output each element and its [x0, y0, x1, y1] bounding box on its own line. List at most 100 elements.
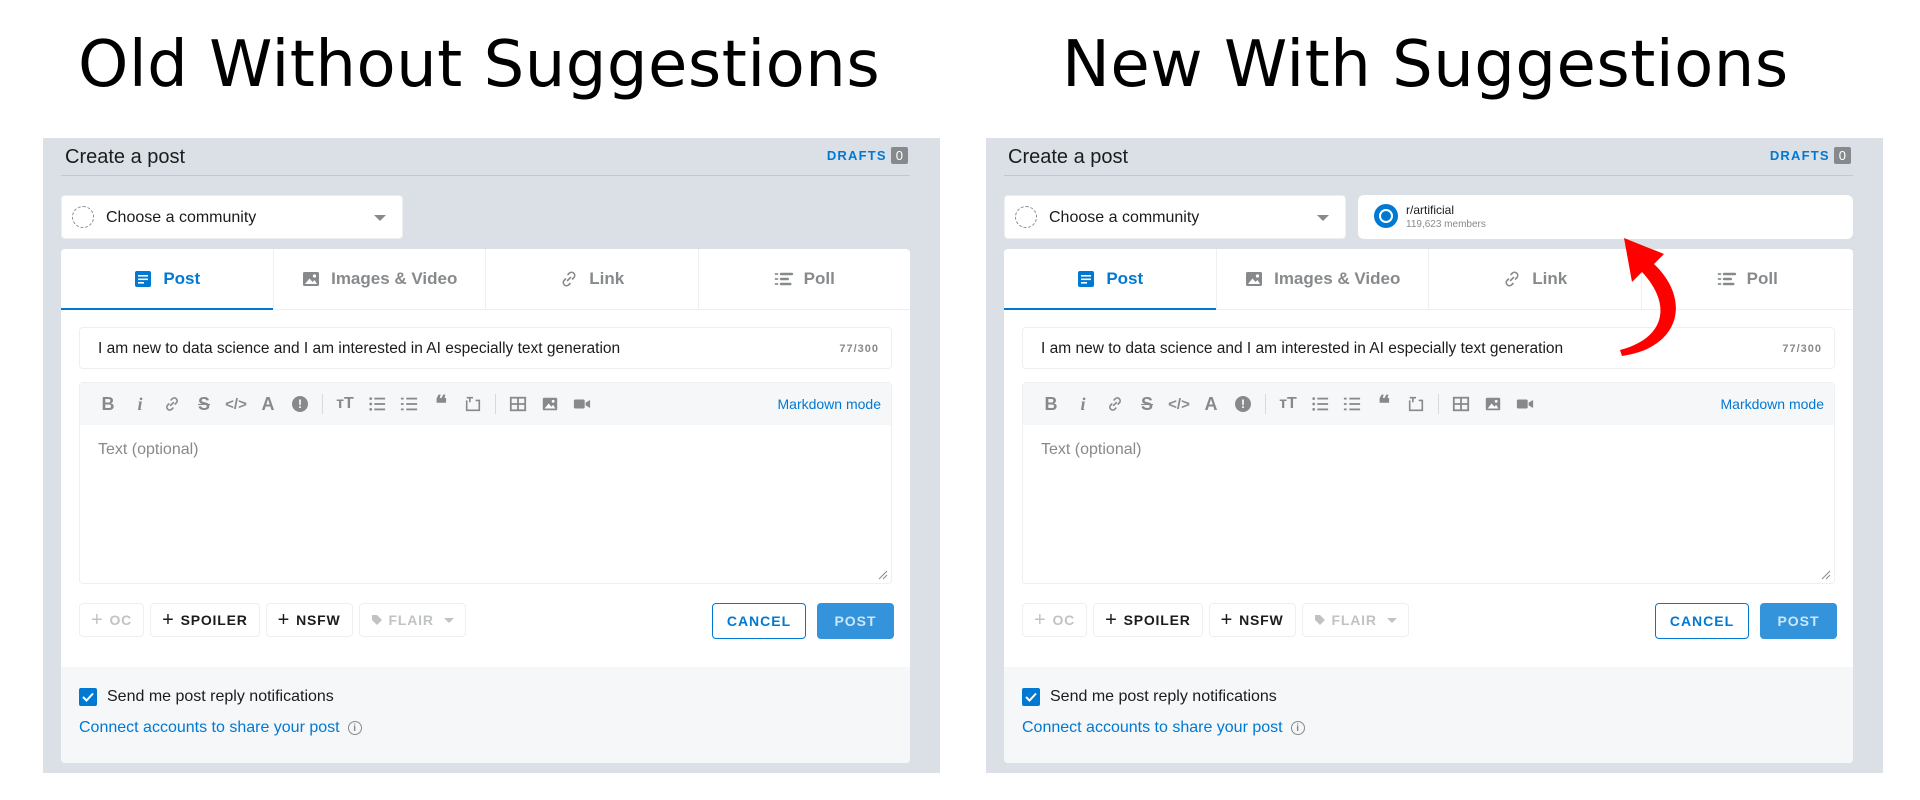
- video-icon[interactable]: [1509, 389, 1541, 419]
- community-label: Choose a community: [106, 209, 257, 226]
- bold-icon[interactable]: B: [1035, 389, 1067, 419]
- link-icon[interactable]: [1099, 389, 1131, 419]
- community-logo-icon: [1374, 204, 1398, 228]
- oc-button[interactable]: + OC: [1022, 603, 1088, 637]
- oc-label: OC: [109, 612, 133, 628]
- connect-accounts-link[interactable]: Connect accounts to share your post i: [1022, 719, 1305, 737]
- resize-grip-icon[interactable]: [878, 570, 888, 580]
- markdown-mode-link[interactable]: Markdown mode: [778, 396, 882, 412]
- tab-link-label: Link: [1532, 269, 1568, 288]
- numbered-list-icon[interactable]: [393, 389, 425, 419]
- table-icon[interactable]: [1445, 389, 1477, 419]
- text-editor[interactable]: B i S </> A ! тT ❝ Markdown mode Text (o…: [1022, 382, 1835, 584]
- flair-label: FLAIR: [388, 612, 434, 628]
- community-placeholder-icon: [1015, 206, 1037, 228]
- drafts-button[interactable]: DRAFTS 0: [827, 147, 908, 164]
- chevron-down-icon: [1386, 617, 1397, 623]
- code-block-icon[interactable]: [457, 389, 489, 419]
- tag-icon: [1314, 615, 1325, 625]
- notify-checkbox[interactable]: [1022, 688, 1040, 706]
- plus-icon: +: [1220, 609, 1234, 631]
- tab-images-video-label: Images & Video: [331, 269, 458, 288]
- text-editor[interactable]: B i S </> A ! тT ❝ Markdown mode Text (o…: [79, 382, 892, 584]
- link-icon: [1505, 271, 1519, 287]
- markdown-mode-link[interactable]: Markdown mode: [1721, 396, 1825, 412]
- drafts-label: DRAFTS: [826, 148, 887, 163]
- bold-icon[interactable]: B: [92, 389, 124, 419]
- post-icon: [135, 271, 152, 287]
- flair-button[interactable]: FLAIR: [358, 603, 466, 637]
- strikethrough-icon[interactable]: S: [1131, 389, 1163, 419]
- quote-icon[interactable]: ❝: [1368, 389, 1400, 419]
- text-placeholder: Text (optional): [98, 441, 199, 458]
- spoiler-button[interactable]: + SPOILER: [150, 603, 260, 637]
- community-placeholder-icon: [72, 206, 94, 228]
- info-icon[interactable]: i: [347, 721, 362, 735]
- tab-images-video[interactable]: Images & Video: [274, 249, 486, 309]
- heading-icon[interactable]: тT: [1272, 389, 1304, 419]
- plus-icon: +: [1034, 609, 1047, 631]
- quote-icon[interactable]: ❝: [425, 389, 457, 419]
- link-icon[interactable]: [156, 389, 188, 419]
- link-icon: [562, 271, 576, 287]
- image-icon[interactable]: [534, 389, 566, 419]
- title-char-count: 77/300: [839, 343, 879, 355]
- image-icon[interactable]: [1477, 389, 1509, 419]
- title-char-count: 77/300: [1782, 343, 1822, 355]
- spoiler-label: SPOILER: [180, 612, 248, 628]
- tab-post[interactable]: Post: [1004, 249, 1217, 310]
- spoiler-label: SPOILER: [1123, 612, 1191, 628]
- tab-poll[interactable]: Poll: [699, 249, 911, 309]
- tab-post[interactable]: Post: [61, 249, 274, 310]
- italic-icon[interactable]: i: [1067, 389, 1099, 419]
- post-footer: Send me post reply notifications Connect…: [61, 667, 910, 763]
- post-type-tabs: Post Images & Video Link Poll: [61, 249, 910, 310]
- tab-post-label: Post: [1106, 269, 1144, 288]
- spoiler-icon[interactable]: !: [284, 389, 316, 419]
- numbered-list-icon[interactable]: [1336, 389, 1368, 419]
- tab-link-label: Link: [589, 269, 625, 288]
- community-selector[interactable]: Choose a community: [1004, 195, 1346, 239]
- table-icon[interactable]: [502, 389, 534, 419]
- heading-icon[interactable]: тT: [329, 389, 361, 419]
- notify-checkbox[interactable]: [79, 688, 97, 706]
- community-suggestion[interactable]: r/artificial 119,623 members: [1358, 195, 1853, 239]
- title-input[interactable]: I am new to data science and I am intere…: [79, 327, 892, 369]
- italic-icon[interactable]: i: [124, 389, 156, 419]
- panel-title: Create a post: [65, 146, 186, 168]
- spoiler-icon[interactable]: !: [1227, 389, 1259, 419]
- inline-code-icon[interactable]: </>: [1163, 389, 1195, 419]
- tab-poll-label: Poll: [1746, 269, 1778, 288]
- cancel-button[interactable]: CANCEL: [1655, 603, 1749, 639]
- bullet-list-icon[interactable]: [361, 389, 393, 419]
- code-block-icon[interactable]: [1400, 389, 1432, 419]
- drafts-button[interactable]: DRAFTS 0: [1770, 147, 1851, 164]
- oc-button[interactable]: + OC: [79, 603, 145, 637]
- post-footer: Send me post reply notifications Connect…: [1004, 667, 1853, 763]
- connect-accounts-link[interactable]: Connect accounts to share your post i: [79, 719, 362, 737]
- video-icon[interactable]: [566, 389, 598, 419]
- spoiler-button[interactable]: + SPOILER: [1093, 603, 1203, 637]
- toolbar-divider: [495, 394, 496, 414]
- info-icon[interactable]: i: [1290, 721, 1305, 735]
- post-button[interactable]: POST: [1760, 603, 1837, 639]
- post-button[interactable]: POST: [817, 603, 894, 639]
- bullet-list-icon[interactable]: [1304, 389, 1336, 419]
- nsfw-button[interactable]: + NSFW: [1208, 603, 1296, 637]
- nsfw-label: NSFW: [296, 612, 341, 628]
- superscript-icon[interactable]: A: [252, 389, 284, 419]
- strikethrough-icon[interactable]: S: [188, 389, 220, 419]
- community-selector[interactable]: Choose a community: [61, 195, 403, 239]
- superscript-icon[interactable]: A: [1195, 389, 1227, 419]
- tab-link[interactable]: Link: [486, 249, 699, 309]
- cancel-button[interactable]: CANCEL: [712, 603, 806, 639]
- inline-code-icon[interactable]: </>: [220, 389, 252, 419]
- post-card: Post Images & Video Link Poll I am new t…: [61, 249, 910, 763]
- flair-button[interactable]: FLAIR: [1301, 603, 1409, 637]
- tab-images-video[interactable]: Images & Video: [1217, 249, 1429, 309]
- resize-grip-icon[interactable]: [1821, 570, 1831, 580]
- nsfw-button[interactable]: + NSFW: [265, 603, 353, 637]
- text-placeholder: Text (optional): [1041, 441, 1142, 458]
- spoiler-glyph: !: [1235, 396, 1251, 412]
- title-divider: [61, 175, 910, 176]
